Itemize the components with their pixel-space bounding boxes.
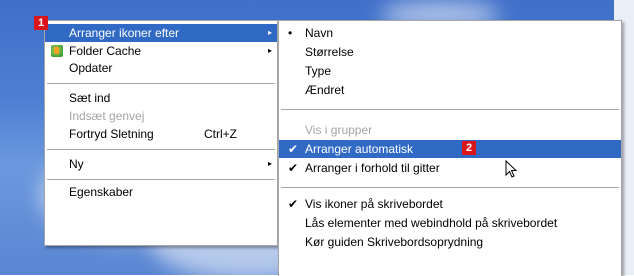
menu-item-paste[interactable]: Sæt ind xyxy=(45,89,277,107)
menu-item-refresh[interactable]: Opdater xyxy=(45,59,277,77)
menu-item-label: Vis ikoner på skrivebordet xyxy=(305,197,443,211)
radio-bullet-icon: • xyxy=(288,26,293,40)
menu-separator xyxy=(47,149,275,151)
menu-item-shortcut: Ctrl+Z xyxy=(204,127,237,141)
submenu-item-type[interactable]: Type xyxy=(279,62,621,80)
submenu-item-name[interactable]: • Navn xyxy=(279,24,621,42)
submenu-item-size[interactable]: Størrelse xyxy=(279,43,621,61)
menu-item-label: Vis i grupper xyxy=(305,123,373,137)
menu-separator xyxy=(47,83,275,85)
submenu-item-lock-web-items[interactable]: Lås elementer med webindhold på skrivebo… xyxy=(279,214,621,232)
menu-item-label: Sæt ind xyxy=(69,91,111,105)
submenu-arrow-icon: ▸ xyxy=(267,28,272,37)
arrange-icons-submenu: • Navn Størrelse Type Ændret Vis i grupp… xyxy=(278,20,622,276)
checkmark-icon: ✔ xyxy=(288,142,299,156)
menu-item-label: Navn xyxy=(305,26,334,40)
checkmark-icon: ✔ xyxy=(288,197,299,211)
menu-item-properties[interactable]: Egenskaber xyxy=(45,183,277,201)
menu-separator xyxy=(281,187,619,189)
menu-item-label: Fortryd Sletning xyxy=(69,127,154,141)
mouse-pointer-icon xyxy=(505,160,518,178)
submenu-item-align-to-grid[interactable]: ✔ Arranger i forhold til gitter xyxy=(279,159,621,177)
menu-item-label: Ændret xyxy=(305,83,345,97)
step-badge-1: 1 xyxy=(34,16,48,30)
menu-item-label: Lås elementer med webindhold på skrivebo… xyxy=(305,216,558,230)
menu-item-new[interactable]: Ny ▸ xyxy=(45,155,277,173)
menu-item-label: Størrelse xyxy=(305,45,354,59)
submenu-item-modified[interactable]: Ændret xyxy=(279,81,621,99)
desktop-context-menu: Arranger ikoner efter ▸ Folder Cache ▸ O… xyxy=(44,20,278,246)
menu-item-label: Opdater xyxy=(69,61,113,75)
menu-item-folder-cache[interactable]: Folder Cache ▸ xyxy=(45,42,277,60)
menu-item-label: Type xyxy=(305,64,332,78)
menu-item-label: Arranger i forhold til gitter xyxy=(305,161,440,175)
menu-item-label: Ny xyxy=(69,157,84,171)
menu-item-label: Indsæt genvej xyxy=(69,109,145,123)
checkmark-icon: ✔ xyxy=(288,161,299,175)
submenu-arrow-icon: ▸ xyxy=(267,159,272,168)
submenu-item-auto-arrange[interactable]: ✔ Arranger automatisk xyxy=(279,140,621,158)
menu-item-label: Arranger automatisk xyxy=(305,142,414,156)
menu-item-label: Arranger ikoner efter xyxy=(69,26,180,40)
menu-item-label: Folder Cache xyxy=(69,44,142,58)
submenu-item-desktop-cleanup-wizard[interactable]: Kør guiden Skrivebordsoprydning xyxy=(279,233,621,251)
submenu-arrow-icon: ▸ xyxy=(267,46,272,55)
menu-item-arrange-icons-by[interactable]: Arranger ikoner efter ▸ xyxy=(45,24,277,42)
menu-item-label: Kør guiden Skrivebordsoprydning xyxy=(305,235,484,249)
menu-item-label: Egenskaber xyxy=(69,185,134,199)
folder-cache-icon xyxy=(51,45,63,57)
menu-item-paste-shortcut: Indsæt genvej xyxy=(45,107,277,125)
menu-item-undo-delete[interactable]: Fortryd Sletning Ctrl+Z xyxy=(45,125,277,143)
menu-separator xyxy=(47,179,275,181)
menu-separator xyxy=(281,109,619,111)
step-badge-2: 2 xyxy=(462,141,476,155)
submenu-item-show-desktop-icons[interactable]: ✔ Vis ikoner på skrivebordet xyxy=(279,195,621,213)
submenu-item-show-in-groups: Vis i grupper xyxy=(279,121,621,139)
